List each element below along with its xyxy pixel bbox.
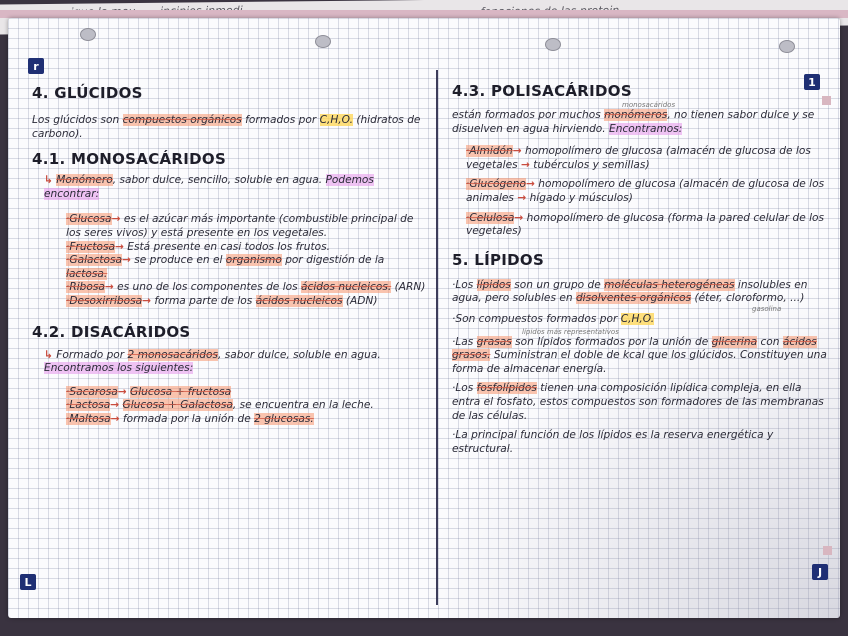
notebook-page: r 1 L J 4. GLÚCIDOS Los glúcidos son com… [8, 18, 840, 618]
disacaridos-paragraph: ↳ Formado por 2 monosacáridos, sabor dul… [44, 348, 381, 375]
list-item-fructosa: ·Fructosa→ Está presente en casi todos l… [66, 240, 330, 253]
binder-hole [80, 28, 96, 41]
heading-disacaridos: 4.2. DISACÁRIDOS [32, 322, 191, 341]
left-column: 4. GLÚCIDOS Los glúcidos son compuestos … [32, 84, 428, 427]
list-item-glucogeno: ·Glucógeno→ homopolímero de glucosa (alm… [466, 178, 825, 204]
heading-lipidos: 5. LÍPIDOS [452, 250, 545, 269]
heading-glucidos: 4. GLÚCIDOS [32, 84, 143, 102]
corner-mark-bottom-left: L [20, 574, 36, 590]
right-column: 4.3. POLISACÁRIDOS monosacáridos están f… [452, 82, 828, 456]
monosacaridos-list: ·Glucosa→ es el azúcar más importante (c… [32, 213, 428, 308]
binder-hole [779, 40, 795, 53]
list-item-desoxirribosa: ·Desoxirribosa→ forma parte de los ácido… [66, 294, 378, 307]
lipidos-list: ·Los lípidos son un grupo de moléculas h… [452, 278, 828, 457]
binder-hole [545, 38, 561, 51]
monosacaridos-paragraph: ↳ Monómero, sabor dulce, sencillo, solub… [44, 174, 374, 200]
corner-mark-top-left: r [28, 58, 44, 74]
lipidos-item-fosfolipidos: ·Los fosfolípidos tienen una composición… [452, 382, 824, 422]
polisacaridos-paragraph: están formados por muchos monómeros, no … [452, 109, 815, 135]
lipidos-item-funcion: ·La principal función de los lípidos es … [452, 429, 774, 455]
list-item-lactosa: ·Lactosa→ Glucosa + Galactosa, se encuen… [66, 399, 374, 412]
disacaridos-list: ·Sacarosa→ Glucosa + fructosa ·Lactosa→ … [32, 385, 428, 427]
pink-marker [823, 546, 832, 555]
polisacaridos-superscript-note: monosacáridos [622, 101, 676, 109]
binder-hole [315, 35, 331, 48]
list-item-celulosa: ·Celulosa→ homopolímero de glucosa (form… [466, 211, 825, 238]
glucidos-paragraph: Los glúcidos son compuestos orgánicos fo… [32, 114, 421, 140]
heading-polisacaridos: 4.3. POLISACÁRIDOS [452, 82, 632, 100]
polisacaridos-list: ·Almidón→ homopolímero de glucosa (almac… [452, 145, 828, 239]
lipidos-item-composition: ·Son compuestos formados por C,H,O. [452, 312, 655, 325]
heading-monosacaridos: 4.1. MONOSACÁRIDOS [32, 150, 227, 169]
list-item-glucosa: ·Glucosa→ es el azúcar más importante (c… [66, 213, 414, 239]
lipidos-item-definition: ·Los lípidos son un grupo de moléculas h… [452, 278, 808, 305]
pink-page-edge [0, 10, 848, 18]
lipidos-note-gasolina: gasolina [752, 304, 782, 313]
list-item-almidon: ·Almidón→ homopolímero de glucosa (almac… [466, 145, 811, 171]
list-item-ribosa: ·Ribosa→ es uno de los componentes de lo… [66, 281, 426, 294]
column-divider [436, 70, 438, 605]
list-item-sacarosa: ·Sacarosa→ Glucosa + fructosa [66, 385, 232, 398]
lipidos-superscript-note: lípidos más representativos [522, 327, 619, 336]
list-item-galactosa: ·Galactosa→ se produce en el organismo p… [66, 254, 385, 280]
list-item-maltosa: ·Maltosa→ formada por la unión de 2 gluc… [66, 412, 314, 425]
lipidos-item-grasas: ·Las grasas son lípidos formados por la … [452, 335, 827, 375]
corner-mark-bottom-right: J [812, 564, 828, 580]
